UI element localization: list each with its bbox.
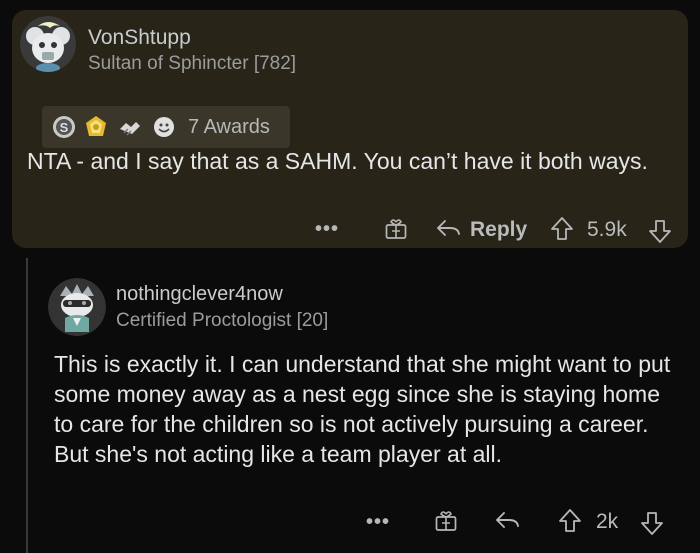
user-flair: Certified Proctologist [20]	[116, 310, 329, 331]
reply-icon[interactable]	[435, 216, 461, 240]
snoo-avatar-icon	[48, 278, 106, 336]
comment-body: NTA - and I say that as a SAHM. You can’…	[27, 148, 648, 174]
svg-text:S: S	[60, 120, 69, 135]
awards-count: 7 Awards	[188, 116, 270, 138]
upvote-icon[interactable]	[558, 508, 582, 534]
username[interactable]: VonShtupp	[88, 26, 191, 50]
downvote-icon[interactable]	[648, 218, 672, 244]
reply-button[interactable]: Reply	[470, 218, 527, 242]
avatar[interactable]	[48, 278, 106, 336]
comment-body: This is exactly it. I can understand tha…	[54, 351, 671, 467]
vote-score: 5.9k	[587, 218, 627, 241]
more-options-button[interactable]: •••	[366, 511, 390, 534]
silver-award-icon: S	[53, 116, 75, 138]
thread-line	[26, 258, 28, 553]
upvote-icon[interactable]	[550, 216, 574, 242]
awards-bar[interactable]: S 7 Awards	[42, 106, 290, 148]
user-flair: Sultan of Sphincter [782]	[88, 53, 297, 74]
give-award-icon[interactable]	[434, 509, 458, 533]
username[interactable]: nothingclever4now	[116, 283, 283, 306]
avatar[interactable]	[20, 16, 76, 72]
wholesome-award-icon	[154, 117, 174, 137]
comment-card-highlighted: VonShtupp Sultan of Sphincter [782] S 7 …	[12, 10, 688, 248]
helpful-award-icon	[86, 116, 106, 136]
handshake-award-icon	[120, 122, 140, 136]
more-options-button[interactable]: •••	[315, 218, 339, 241]
downvote-icon[interactable]	[640, 510, 664, 536]
snoo-avatar-icon	[20, 16, 76, 72]
vote-score: 2k	[596, 510, 619, 533]
give-award-icon[interactable]	[384, 217, 408, 241]
reply-icon[interactable]	[494, 508, 520, 532]
